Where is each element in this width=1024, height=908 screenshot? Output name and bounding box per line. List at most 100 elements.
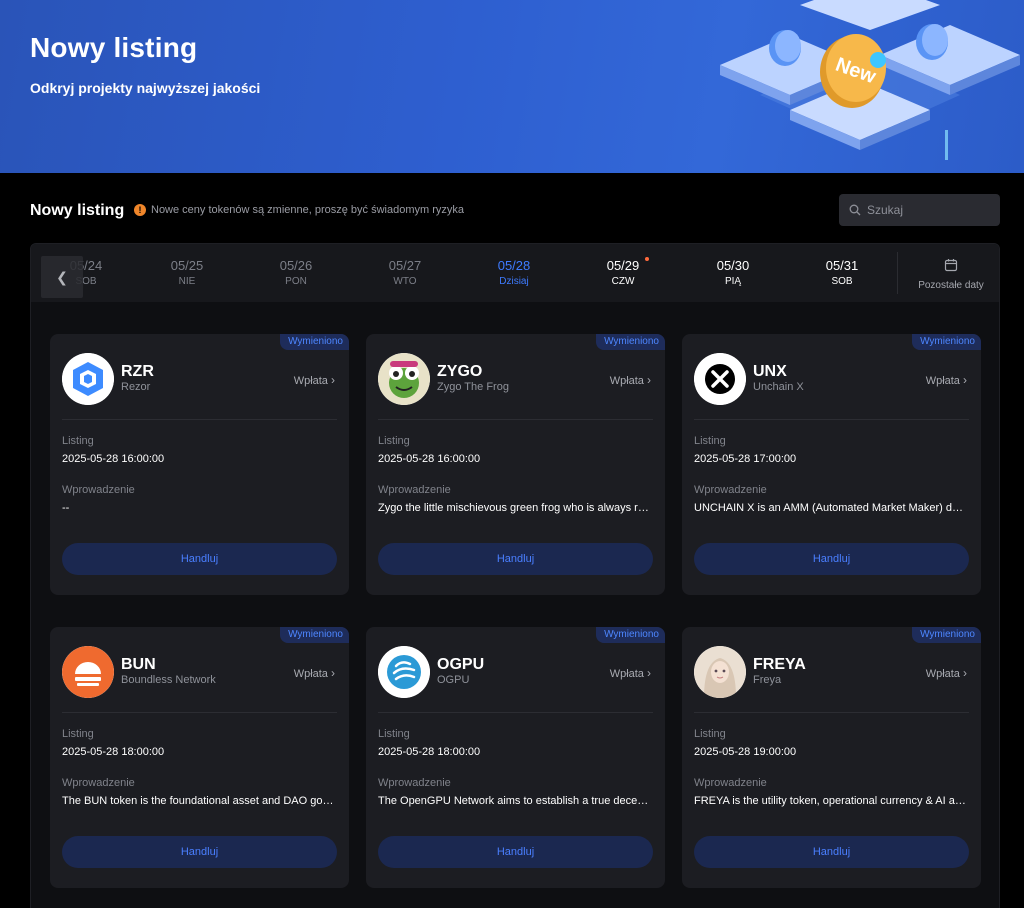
date-tab-05-28[interactable]: 05/28 Dzisiaj <box>474 258 554 287</box>
listing-time: 2025-05-28 19:00:00 <box>694 746 797 758</box>
date-tab-05-31[interactable]: 05/31 SOB <box>802 258 882 287</box>
x-logo-icon <box>694 353 746 405</box>
intro-text: The BUN token is the foundational asset … <box>62 795 337 807</box>
listing-label: Listing <box>378 435 410 447</box>
hero-subtitle: Odkryj projekty najwyższej jakości <box>30 80 261 96</box>
search-input[interactable] <box>867 203 987 217</box>
chevron-right-icon: › <box>963 666 967 680</box>
card-divider <box>62 712 337 713</box>
listed-badge: Wymieniono <box>596 627 665 643</box>
deposit-link[interactable]: Wpłata › <box>926 373 967 387</box>
frog-logo-icon <box>378 353 430 405</box>
hero-banner: Nowy listing Odkryj projekty najwyższej … <box>0 0 1024 173</box>
weekday-label: CZW <box>611 276 635 287</box>
listing-time: 2025-05-28 18:00:00 <box>378 746 481 758</box>
chevron-right-icon: › <box>331 666 335 680</box>
deposit-link[interactable]: Wpłata › <box>294 666 335 680</box>
trade-button[interactable]: Handluj <box>62 836 337 868</box>
token-name: Boundless Network <box>121 674 216 686</box>
weekday-label: SOB <box>831 276 853 287</box>
date-tab-05-26[interactable]: 05/26 PON <box>256 258 336 287</box>
other-dates-label: Pozostałe daty <box>918 280 984 291</box>
listing-label: Listing <box>378 728 410 740</box>
deposit-label: Wpłata <box>293 375 328 387</box>
date-tab-05-27[interactable]: 05/27 WTO <box>365 258 445 287</box>
search-box[interactable] <box>839 194 1000 226</box>
trade-button[interactable]: Handluj <box>62 543 337 575</box>
date-tab-05-29[interactable]: 05/29 CZW <box>583 257 663 287</box>
chevron-right-icon: › <box>647 666 651 680</box>
listing-panel: 05/24 SOB 05/25 NIE 05/26 PON 05/27 WTO 05/28 Dzi… <box>30 243 1000 908</box>
listing-label: Listing <box>62 728 94 740</box>
intro-label: Wprowadzenie <box>694 777 767 789</box>
listed-badge: Wymieniono <box>280 627 349 643</box>
listed-badge: Wymieniono <box>912 627 981 643</box>
token-card-zygo: Wymieniono ZYGO Zygo The Frog Wpłata › Listi… <box>366 334 665 595</box>
intro-label: Wprowadzenie <box>62 777 135 789</box>
listed-badge: Wymieniono <box>280 334 349 350</box>
card-divider <box>694 712 969 713</box>
token-name: Freya <box>753 674 782 686</box>
other-dates-button[interactable]: Pozostałe daty <box>903 258 999 291</box>
listing-time: 2025-05-28 17:00:00 <box>694 453 797 465</box>
card-divider <box>378 419 653 420</box>
token-symbol: BUN <box>121 656 156 673</box>
prev-dates-button[interactable]: ❮ <box>41 256 83 298</box>
trade-button[interactable]: Handluj <box>694 543 969 575</box>
intro-text: The OpenGPU Network aims to establish a … <box>378 795 653 807</box>
token-name: Rezor <box>121 381 151 393</box>
listing-time: 2025-05-28 16:00:00 <box>62 453 165 465</box>
date-label: 05/28 <box>497 258 531 273</box>
trade-button[interactable]: Handluj <box>694 836 969 868</box>
deposit-link[interactable]: Wpłata › <box>610 373 651 387</box>
listing-time: 2025-05-28 16:00:00 <box>378 453 481 465</box>
chevron-right-icon: › <box>331 373 335 387</box>
risk-warning: ! Nowe ceny tokenów są zmienne, proszę b… <box>134 204 464 216</box>
token-symbol: UNX <box>753 363 787 380</box>
token-name: Unchain X <box>753 381 804 393</box>
trade-button[interactable]: Handluj <box>378 543 653 575</box>
warning-icon: ! <box>134 204 146 216</box>
deposit-link[interactable]: Wpłata › <box>294 373 335 387</box>
boundless-logo-icon <box>62 646 114 698</box>
date-tab-05-25[interactable]: 05/25 NIE <box>147 258 227 287</box>
calendar-icon <box>944 259 958 272</box>
rezor-logo-icon <box>62 353 114 405</box>
deposit-link[interactable]: Wpłata › <box>926 666 967 680</box>
intro-text: Zygo the little mischievous green frog w… <box>378 502 653 514</box>
listing-label: Listing <box>62 435 94 447</box>
token-name: Zygo The Frog <box>437 381 509 393</box>
weekday-label: NIE <box>178 276 196 287</box>
deposit-label: Wpłata <box>925 668 960 680</box>
intro-label: Wprowadzenie <box>378 777 451 789</box>
listing-time: 2025-05-28 18:00:00 <box>62 746 165 758</box>
deposit-label: Wpłata <box>293 668 328 680</box>
date-label: 05/26 <box>279 258 313 273</box>
ogpu-logo-icon <box>378 646 430 698</box>
listed-badge: Wymieniono <box>912 334 981 350</box>
date-label: 05/25 <box>170 258 204 273</box>
date-divider <box>897 252 898 294</box>
deposit-label: Wpłata <box>609 668 644 680</box>
weekday-label: PON <box>285 276 307 287</box>
search-icon <box>849 204 861 216</box>
intro-label: Wprowadzenie <box>694 484 767 496</box>
weekday-label: Dzisiaj <box>499 276 529 287</box>
date-label: 05/30 <box>716 258 750 273</box>
token-card-bun: Wymieniono BUN Boundless Network Wpłata › Li… <box>50 627 349 888</box>
new-dot-indicator <box>645 257 649 261</box>
hero-title: Nowy listing <box>30 32 198 63</box>
date-label: 05/31 <box>825 258 859 273</box>
deposit-label: Wpłata <box>609 375 644 387</box>
trade-button[interactable]: Handluj <box>378 836 653 868</box>
date-tab-05-30[interactable]: 05/30 PIĄ <box>693 258 773 287</box>
chevron-left-icon: ❮ <box>56 268 68 285</box>
deposit-link[interactable]: Wpłata › <box>610 666 651 680</box>
weekday-label: PIĄ <box>724 276 742 287</box>
intro-label: Wprowadzenie <box>378 484 451 496</box>
date-label: 05/29 <box>606 258 640 273</box>
token-card-ogpu: Wymieniono OGPU OGPU Wpłata › Listing 2025-05… <box>366 627 665 888</box>
card-divider <box>62 419 337 420</box>
intro-text: UNCHAIN X is an AMM (Automated Market Ma… <box>694 502 969 514</box>
token-card-unx: Wymieniono UNX Unchain X Wpłata › Listing 202… <box>682 334 981 595</box>
